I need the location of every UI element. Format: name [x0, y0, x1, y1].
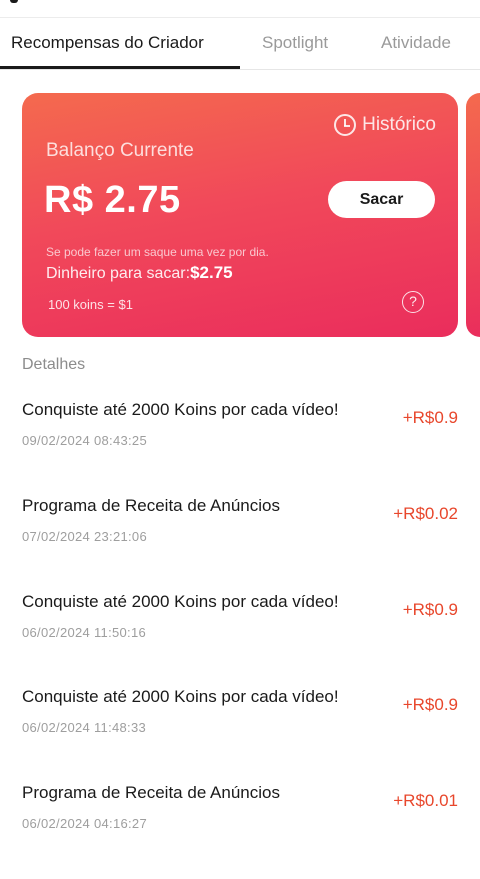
item-timestamp: 06/02/2024 04:16:27 [22, 816, 147, 831]
tab-spotlight[interactable]: Spotlight [262, 18, 328, 70]
list-item[interactable]: Conquiste até 2000 Koins por cada vídeo!… [0, 687, 480, 783]
details-title: Detalhes [22, 356, 86, 373]
tab-creator-rewards[interactable]: Recompensas do Criador [11, 18, 204, 70]
list-item[interactable]: Conquiste até 2000 Koins por cada vídeo!… [0, 592, 480, 688]
history-label: Histórico [362, 114, 436, 135]
status-bar [0, 0, 480, 18]
balance-card: Histórico Balanço Currente R$ 2.75 Sacar… [22, 93, 458, 337]
history-button[interactable]: Histórico [334, 113, 436, 137]
active-tab-indicator [0, 66, 240, 69]
list-item[interactable]: Conquiste até 2000 Koins por cada vídeo!… [0, 400, 480, 496]
item-timestamp: 07/02/2024 23:21:06 [22, 529, 147, 544]
tab-bar: Recompensas do Criador Spotlight Ativida… [0, 18, 480, 70]
item-timestamp: 09/02/2024 08:43:25 [22, 433, 147, 448]
item-amount: +R$0.01 [393, 791, 458, 810]
item-amount: +R$0.9 [402, 600, 458, 619]
conversion-rate: 100 koins = $1 [48, 297, 133, 312]
item-amount: +R$0.9 [402, 695, 458, 714]
withdrawable-line: Dinheiro para sacar:$2.75 [46, 263, 233, 283]
balance-amount: R$ 2.75 [44, 179, 181, 221]
clock-icon [334, 114, 357, 136]
question-circle-icon[interactable]: ? [402, 291, 424, 313]
item-timestamp: 06/02/2024 11:50:16 [22, 625, 147, 640]
withdrawable-label: Dinheiro para sacar: [46, 265, 191, 282]
next-card-peek[interactable] [466, 93, 480, 337]
item-title: Conquiste até 2000 Koins por cada vídeo! [22, 592, 339, 611]
item-title: Programa de Receita de Anúncios [22, 496, 280, 515]
list-item[interactable]: Programa de Receita de Anúncios 07/02/20… [0, 496, 480, 592]
balance-label: Balanço Currente [46, 140, 194, 161]
item-title: Conquiste até 2000 Koins por cada vídeo! [22, 687, 339, 706]
withdraw-button[interactable]: Sacar [328, 181, 435, 218]
withdrawable-value: $2.75 [190, 263, 233, 282]
status-indicator [10, 0, 18, 3]
item-title: Programa de Receita de Anúncios [22, 783, 280, 802]
item-amount: +R$0.02 [393, 504, 458, 523]
withdraw-note: Se pode fazer um saque uma vez por dia. [46, 245, 269, 259]
item-amount: +R$0.9 [402, 408, 458, 427]
item-timestamp: 06/02/2024 11:48:33 [22, 720, 147, 735]
list-item[interactable]: Programa de Receita de Anúncios 06/02/20… [0, 783, 480, 879]
item-title: Conquiste até 2000 Koins por cada vídeo! [22, 400, 339, 419]
tab-activity[interactable]: Atividade [381, 18, 451, 70]
